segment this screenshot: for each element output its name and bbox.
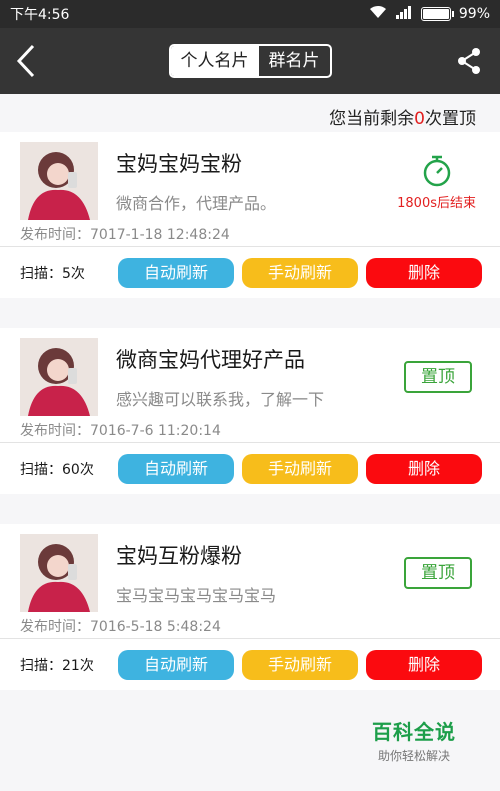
tab-personal-card[interactable]: 个人名片 [170, 46, 259, 76]
timer-text: 1800s后结束 [397, 196, 476, 211]
manual-refresh-button[interactable]: 手动刷新 [242, 257, 358, 288]
scan-count: 扫描：21次 [20, 657, 94, 674]
card-item: 微商宝妈代理好产品 感兴趣可以联系我，了解一下 置顶 发布时间：7016-7-6… [0, 328, 500, 494]
signal-icon [395, 5, 413, 23]
pin-timer: 1800s后结束 [397, 154, 476, 211]
scan-count: 扫描：5次 [20, 265, 85, 282]
tab-group-card[interactable]: 群名片 [259, 46, 330, 76]
remaining-count: 0 [414, 109, 425, 129]
avatar[interactable] [20, 142, 98, 220]
card-item: 宝妈宝妈宝粉 微商合作，代理产品。 1800s后结束 发布时间：7017-1-1… [0, 132, 500, 298]
publish-time: 发布时间：7016-7-6 11:20:14 [20, 423, 221, 439]
card-item: 宝妈互粉爆粉 宝马宝马宝马宝马宝马 置顶 发布时间：7016-5-18 5:48… [0, 524, 500, 690]
pin-button[interactable]: 置顶 [404, 557, 472, 589]
wifi-icon [369, 5, 387, 23]
manual-refresh-button[interactable]: 手动刷新 [242, 453, 358, 484]
share-icon [458, 48, 480, 74]
share-button[interactable] [454, 41, 484, 81]
auto-refresh-button[interactable]: 自动刷新 [118, 257, 234, 288]
back-button[interactable] [16, 41, 46, 81]
delete-button[interactable]: 删除 [366, 649, 482, 680]
auto-refresh-button[interactable]: 自动刷新 [118, 649, 234, 680]
battery-icon [420, 7, 454, 21]
watermark-logo: 百科全说 助你轻松解决 [372, 720, 456, 763]
auto-refresh-button[interactable]: 自动刷新 [118, 453, 234, 484]
pin-button[interactable]: 置顶 [404, 361, 472, 393]
status-time: 下午4:56 [10, 7, 70, 23]
nav-bar: 个人名片 群名片 [0, 28, 500, 94]
avatar[interactable] [20, 338, 98, 416]
scan-count: 扫描：60次 [20, 461, 94, 478]
battery-percent: 99% [458, 6, 490, 22]
delete-button[interactable]: 删除 [366, 257, 482, 288]
stopwatch-icon [423, 155, 450, 187]
delete-button[interactable]: 删除 [366, 453, 482, 484]
remaining-pins: 您当前剩余0次置顶 [329, 109, 476, 129]
avatar[interactable] [20, 534, 98, 612]
publish-time: 发布时间：7017-1-18 12:48:24 [20, 227, 230, 243]
publish-time: 发布时间：7016-5-18 5:48:24 [20, 619, 221, 635]
manual-refresh-button[interactable]: 手动刷新 [242, 649, 358, 680]
status-bar: 下午4:56 99% [0, 0, 500, 28]
card-type-switch: 个人名片 群名片 [168, 44, 332, 78]
chevron-left-icon [16, 44, 35, 78]
